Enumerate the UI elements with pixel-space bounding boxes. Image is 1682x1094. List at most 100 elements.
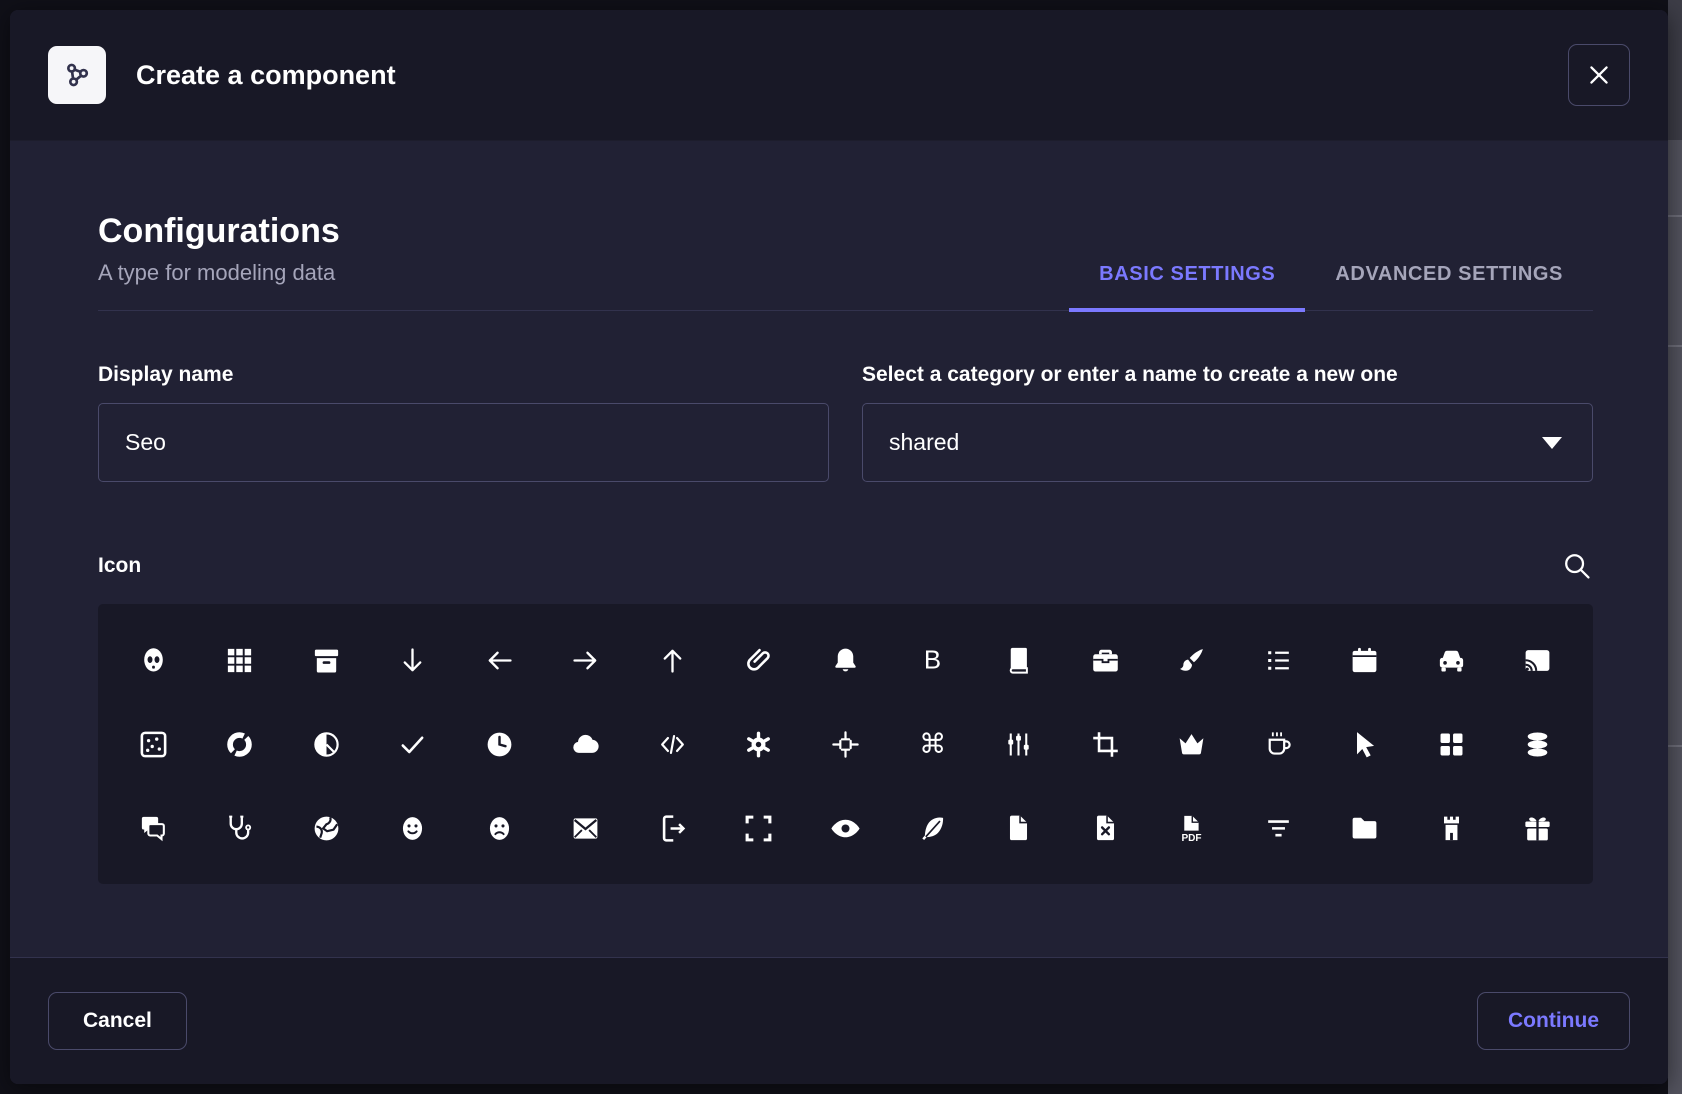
- emotionHappy-icon: [397, 813, 428, 844]
- section-header: Configurations A type for modeling data …: [98, 213, 1593, 311]
- icon-option-cast[interactable]: [1495, 618, 1582, 702]
- icon-option-code[interactable]: [629, 702, 716, 786]
- close-button[interactable]: [1568, 44, 1630, 106]
- cursor-icon: [1349, 729, 1380, 760]
- icon-option-connector[interactable]: [975, 702, 1062, 786]
- icon-option-brush[interactable]: [1148, 618, 1235, 702]
- icon-option-car[interactable]: [1408, 618, 1495, 702]
- icon-option-chartBubble[interactable]: [110, 702, 197, 786]
- cloud-icon: [570, 729, 601, 760]
- gift-icon: [1522, 813, 1553, 844]
- background-divider: [1668, 215, 1682, 217]
- icon-option-arrowRight[interactable]: [543, 618, 630, 702]
- icon-option-book[interactable]: [975, 618, 1062, 702]
- icon-picker-header: Icon: [98, 550, 1593, 582]
- file-icon: [1003, 813, 1034, 844]
- icon-option-file[interactable]: [975, 786, 1062, 870]
- category-field: Select a category or enter a name to cre…: [862, 363, 1593, 482]
- icon-grid-row: B: [110, 618, 1581, 702]
- modal-footer: Cancel Continue: [10, 957, 1668, 1084]
- icon-option-filter[interactable]: [1235, 786, 1322, 870]
- icon-option-archive[interactable]: [283, 618, 370, 702]
- tab-advanced-settings[interactable]: ADVANCED SETTINGS: [1305, 263, 1593, 312]
- code-icon: [657, 729, 688, 760]
- icon-search-button[interactable]: [1561, 550, 1593, 582]
- icon-option-emotionUnhappy[interactable]: [456, 786, 543, 870]
- icon-option-filePdf[interactable]: PDF: [1148, 786, 1235, 870]
- icon-option-cursor[interactable]: [1321, 702, 1408, 786]
- icon-option-arrowUp[interactable]: [629, 618, 716, 702]
- crown-icon: [1176, 729, 1207, 760]
- dashboard-icon: [1436, 729, 1467, 760]
- create-component-modal: Create a component Configurations A type…: [10, 10, 1668, 1084]
- display-name-input[interactable]: Seo: [98, 403, 829, 482]
- icon-option-discuss[interactable]: [110, 786, 197, 870]
- icon-option-bell[interactable]: [802, 618, 889, 702]
- icon-option-check[interactable]: [370, 702, 457, 786]
- icon-option-folder[interactable]: [1321, 786, 1408, 870]
- crop-icon: [1090, 729, 1121, 760]
- icon-option-bold[interactable]: B: [889, 618, 976, 702]
- icon-option-chartCircle[interactable]: [197, 702, 284, 786]
- discuss-icon: [138, 813, 169, 844]
- category-select[interactable]: shared: [862, 403, 1593, 482]
- icon-option-feather[interactable]: [889, 786, 976, 870]
- component-icon: [48, 46, 106, 104]
- background-scrollbar-track: [1668, 0, 1682, 140]
- svg-text:B: B: [923, 646, 940, 674]
- icon-option-apps[interactable]: [197, 618, 284, 702]
- tab-basic-settings[interactable]: BASIC SETTINGS: [1069, 263, 1305, 312]
- filePdf-icon: PDF: [1176, 813, 1207, 844]
- doctor-icon: [224, 813, 255, 844]
- icon-option-calendar[interactable]: [1321, 618, 1408, 702]
- icon-option-briefcase[interactable]: [1062, 618, 1149, 702]
- icon-option-clock[interactable]: [456, 702, 543, 786]
- icon-option-exit[interactable]: [629, 786, 716, 870]
- icon-option-cloud[interactable]: [543, 702, 630, 786]
- icon-option-alien[interactable]: [110, 618, 197, 702]
- icon-option-expand[interactable]: [716, 786, 803, 870]
- svg-text:PDF: PDF: [1182, 833, 1202, 844]
- icon-option-doctor[interactable]: [197, 786, 284, 870]
- icon-option-eye[interactable]: [802, 786, 889, 870]
- attachment-icon: [743, 645, 774, 676]
- icon-option-gift[interactable]: [1495, 786, 1582, 870]
- icon-option-crown[interactable]: [1148, 702, 1235, 786]
- icon-option-bulletList[interactable]: [1235, 618, 1322, 702]
- chevron-down-icon: [1542, 437, 1562, 449]
- modal-body: Configurations A type for modeling data …: [10, 141, 1668, 957]
- folder-icon: [1349, 813, 1380, 844]
- icon-option-command[interactable]: ⌘: [889, 702, 976, 786]
- icon-option-database[interactable]: [1495, 702, 1582, 786]
- arrowUp-icon: [657, 645, 688, 676]
- icon-option-collapse[interactable]: [802, 702, 889, 786]
- icon-option-crop[interactable]: [1062, 702, 1149, 786]
- check-icon: [397, 729, 428, 760]
- apps-icon: [224, 645, 255, 676]
- icon-grid: B ⌘ PDF: [98, 604, 1593, 884]
- cancel-button[interactable]: Cancel: [48, 992, 187, 1050]
- emotionUnhappy-icon: [484, 813, 515, 844]
- connector-icon: [1003, 729, 1034, 760]
- icon-option-arrowLeft[interactable]: [456, 618, 543, 702]
- icon-option-fileError[interactable]: [1062, 786, 1149, 870]
- icon-option-envelop[interactable]: [543, 786, 630, 870]
- icon-option-dashboard[interactable]: [1408, 702, 1495, 786]
- display-name-value: Seo: [125, 429, 166, 456]
- arrowLeft-icon: [484, 645, 515, 676]
- icon-option-attachment[interactable]: [716, 618, 803, 702]
- icon-option-gate[interactable]: [1408, 786, 1495, 870]
- background-scrollbar[interactable]: [1668, 0, 1682, 1094]
- icon-option-arrowDown[interactable]: [370, 618, 457, 702]
- exit-icon: [657, 813, 688, 844]
- icon-option-cup[interactable]: [1235, 702, 1322, 786]
- briefcase-icon: [1090, 645, 1121, 676]
- continue-button[interactable]: Continue: [1477, 992, 1630, 1050]
- page-title: Configurations: [98, 213, 340, 250]
- cog-icon: [743, 729, 774, 760]
- database-icon: [1522, 729, 1553, 760]
- icon-option-cog[interactable]: [716, 702, 803, 786]
- icon-option-emotionHappy[interactable]: [370, 786, 457, 870]
- icon-option-earth[interactable]: [283, 786, 370, 870]
- icon-option-chartPie[interactable]: [283, 702, 370, 786]
